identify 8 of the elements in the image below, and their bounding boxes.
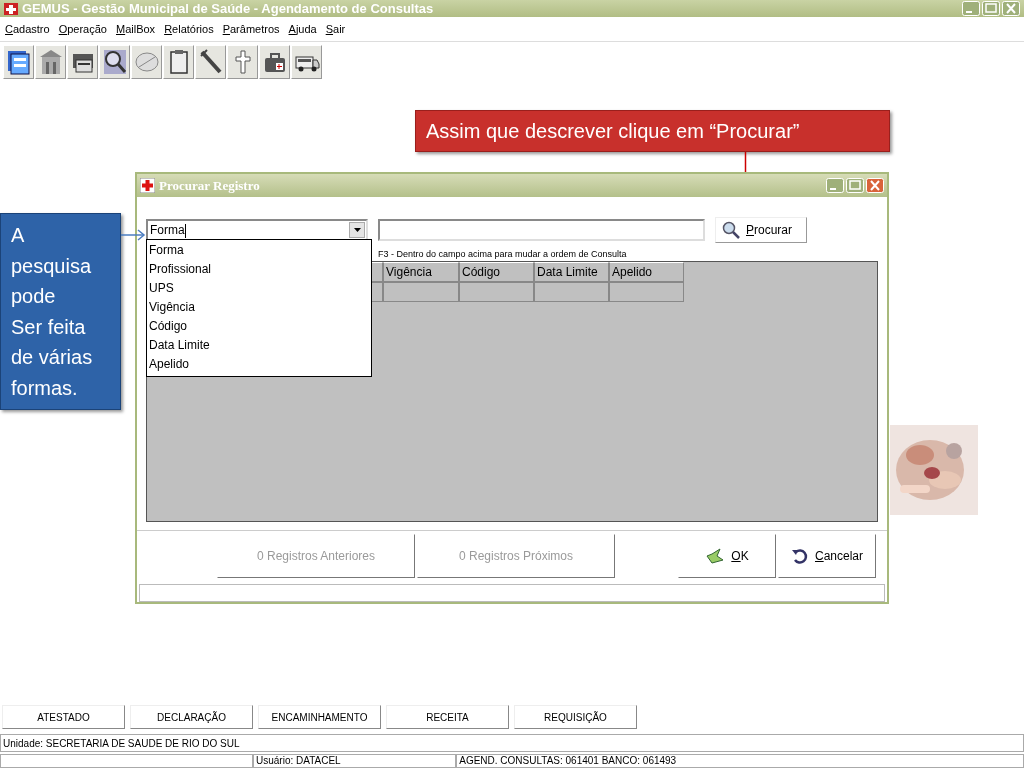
dialog-title: Procurar Registro — [159, 177, 260, 194]
status-unit: Unidade: SECRETARIA DE SAUDE DE RIO DO SUL — [0, 734, 1024, 752]
window-title: GEMUS - Gestão Municipal de Saúde - Agendamento de Consultas — [22, 1, 434, 16]
hint-text: F3 - Dentro do campo acima para mudar a ordem de Consulta — [378, 249, 628, 262]
status-user: Usuário: DATACEL — [253, 754, 457, 768]
status-info: AGEND. CONSULTAS: 061401 BANCO: 061493 — [456, 754, 1024, 768]
callout: A pesquisa pode Ser feita de várias formas. — [0, 213, 121, 410]
callout: Assim que descrever clique em “Procurar” — [415, 110, 890, 152]
